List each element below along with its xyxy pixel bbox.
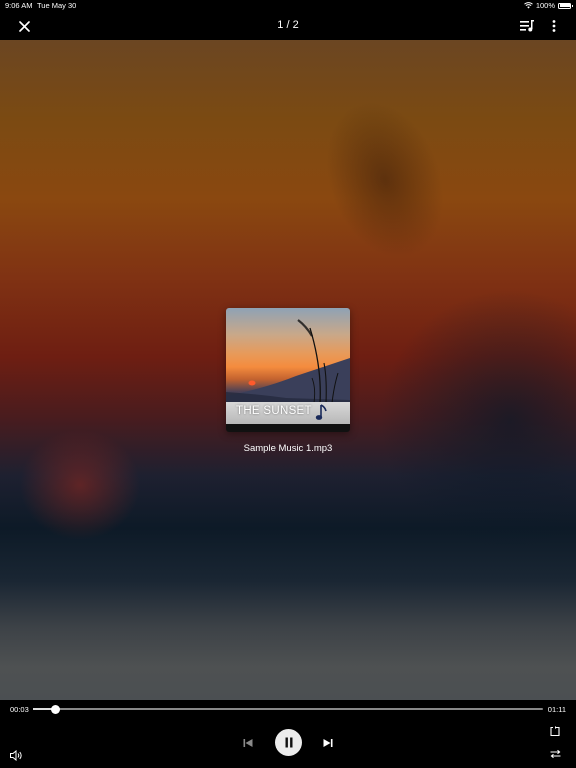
status-time: 9:06 AM [5,1,33,10]
item-counter: 1 / 2 [277,19,299,31]
album-art: THE SUNSET [226,308,350,432]
status-right: 100% [523,1,573,10]
seek-bar-thumb[interactable] [51,704,61,714]
volume-icon [9,749,22,761]
pause-button[interactable] [275,729,302,756]
playlist-button[interactable] [518,17,536,35]
player-controls: 00:03 01:11 [0,700,576,768]
status-bar: 9:06 AM Tue May 30 100% [0,0,576,12]
skip-previous-icon [243,739,253,747]
more-options-button[interactable] [548,17,560,35]
background-blur-shape [305,86,465,274]
top-bar: 1 / 2 [0,12,576,40]
repeat-icon [550,725,560,736]
next-track-button[interactable] [320,735,336,751]
track-title: Sample Music 1.mp3 [243,443,333,454]
total-time: 01:11 [547,705,566,714]
shuffle-button[interactable] [548,747,562,761]
shuffle-icon [550,749,560,759]
previous-track-button[interactable] [240,735,256,751]
volume-button[interactable] [8,747,24,763]
background-blur-shape [380,290,576,550]
seek-bar[interactable] [33,704,543,714]
status-date: Tue May 30 [37,1,77,10]
album-art-bottom-strip [226,424,350,432]
battery-percentage: 100% [535,1,555,10]
skip-next-icon [323,739,333,747]
battery-icon [558,2,573,9]
music-note-icon [315,404,327,420]
playlist-icon [520,20,534,32]
current-time: 00:03 [10,705,29,714]
pause-icon [285,737,292,748]
wifi-icon [523,2,533,9]
repeat-button[interactable] [548,724,562,738]
album-art-title: THE SUNSET [236,405,312,417]
more-vertical-icon [552,20,556,32]
